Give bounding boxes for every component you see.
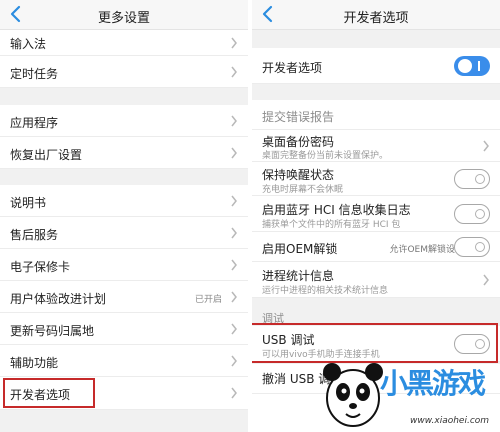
developer-options-master-row: 开发者选项 bbox=[252, 48, 500, 84]
title-bar: 更多设置 bbox=[0, 0, 248, 30]
desktop-backup-password-row[interactable]: 桌面备份密码 桌面完整备份当前未设置保护。 bbox=[252, 130, 500, 162]
chevron-right-icon bbox=[231, 355, 237, 367]
item-label: 启用OEM解锁 bbox=[262, 242, 338, 256]
watermark-logo: 小黑游戏 www.xiaohei.com bbox=[318, 352, 500, 432]
settings-item-manual[interactable]: 说明书 bbox=[0, 185, 248, 217]
item-label: 应用程序 bbox=[10, 116, 59, 130]
chevron-right-icon bbox=[231, 66, 237, 78]
more-settings-panel: 更多设置 输入法 定时任务 应用程序 恢复出厂设置 说明书 售后服务 电子保修卡… bbox=[0, 0, 248, 432]
hci-log-toggle[interactable] bbox=[454, 204, 490, 224]
status-text: 已开启 bbox=[194, 295, 222, 305]
watermark-url: www.xiaohei.com bbox=[410, 416, 490, 426]
hci-log-row: 启用蓝牙 HCI 信息收集日志 捕获单个文件中的所有蓝牙 HCI 包 bbox=[252, 196, 500, 232]
panda-mascot-icon bbox=[323, 363, 383, 427]
item-label: 开发者选项 bbox=[262, 61, 323, 75]
item-label: 进程统计信息 bbox=[262, 269, 335, 283]
settings-item-after-sales[interactable]: 售后服务 bbox=[0, 217, 248, 249]
item-label: 启用蓝牙 HCI 信息收集日志 bbox=[262, 203, 411, 217]
stay-awake-row: 保持唤醒状态 充电时屏幕不会休眠 bbox=[252, 162, 500, 196]
oem-unlock-toggle[interactable] bbox=[454, 237, 490, 257]
settings-item-scheduled-tasks[interactable]: 定时任务 bbox=[0, 56, 248, 88]
item-label: 更新号码归属地 bbox=[10, 324, 95, 338]
settings-item-update-number-location[interactable]: 更新号码归属地 bbox=[0, 313, 248, 345]
settings-item-accessibility[interactable]: 辅助功能 bbox=[0, 345, 248, 377]
settings-item-factory-reset[interactable]: 恢复出厂设置 bbox=[0, 137, 248, 169]
chevron-right-icon bbox=[231, 195, 237, 207]
settings-item-warranty-card[interactable]: 电子保修卡 bbox=[0, 249, 248, 281]
toggle-on-mark bbox=[478, 61, 480, 71]
item-label: 电子保修卡 bbox=[10, 260, 71, 274]
item-description: 桌面完整备份当前未设置保护。 bbox=[262, 151, 389, 161]
oem-note: 允许OEM解锁设备 bbox=[389, 245, 464, 255]
chevron-right-icon bbox=[231, 37, 237, 49]
item-label: 提交错误报告 bbox=[262, 110, 335, 124]
item-label: 售后服务 bbox=[10, 228, 59, 242]
item-description: 充电时屏幕不会休眠 bbox=[262, 185, 344, 195]
toggle-knob bbox=[458, 59, 472, 73]
settings-item-ux-program[interactable]: 用户体验改进计划 已开启 bbox=[0, 281, 248, 313]
chevron-right-icon bbox=[483, 140, 489, 152]
watermark-text: 小黑游戏 bbox=[380, 367, 486, 400]
page-title: 开发者选项 bbox=[343, 11, 409, 26]
toggle-knob bbox=[475, 209, 485, 219]
process-stats-row[interactable]: 进程统计信息 运行中进程的相关技术统计信息 bbox=[252, 262, 500, 298]
page-title: 更多设置 bbox=[97, 11, 150, 26]
settings-item-apps[interactable]: 应用程序 bbox=[0, 105, 248, 137]
item-label: 保持唤醒状态 bbox=[262, 168, 335, 182]
item-label: 定时任务 bbox=[10, 67, 59, 81]
highlight-box bbox=[3, 378, 95, 408]
chevron-right-icon bbox=[231, 387, 237, 399]
chevron-right-icon bbox=[231, 323, 237, 335]
chevron-right-icon bbox=[231, 259, 237, 271]
developer-options-toggle[interactable] bbox=[454, 56, 490, 76]
item-label: 输入法 bbox=[10, 37, 47, 51]
item-label: 用户体验改进计划 bbox=[10, 292, 107, 306]
item-description: 运行中进程的相关技术统计信息 bbox=[262, 286, 389, 296]
settings-item-input-method[interactable]: 输入法 bbox=[0, 30, 248, 56]
title-bar: 开发者选项 bbox=[252, 0, 500, 30]
item-description: 捕获单个文件中的所有蓝牙 HCI 包 bbox=[262, 220, 401, 230]
item-label: 恢复出厂设置 bbox=[10, 148, 83, 162]
item-label: 辅助功能 bbox=[10, 356, 59, 370]
stay-awake-toggle[interactable] bbox=[454, 169, 490, 189]
bug-report-row[interactable]: 提交错误报告 bbox=[252, 100, 500, 130]
toggle-knob bbox=[475, 242, 485, 252]
item-label: 说明书 bbox=[10, 196, 47, 210]
chevron-right-icon bbox=[231, 291, 237, 303]
oem-unlock-row: 启用OEM解锁 允许OEM解锁设备 bbox=[252, 232, 500, 262]
chevron-right-icon bbox=[231, 147, 237, 159]
chevron-right-icon bbox=[483, 274, 489, 286]
chevron-right-icon bbox=[231, 115, 237, 127]
chevron-right-icon bbox=[231, 227, 237, 239]
toggle-knob bbox=[475, 174, 485, 184]
